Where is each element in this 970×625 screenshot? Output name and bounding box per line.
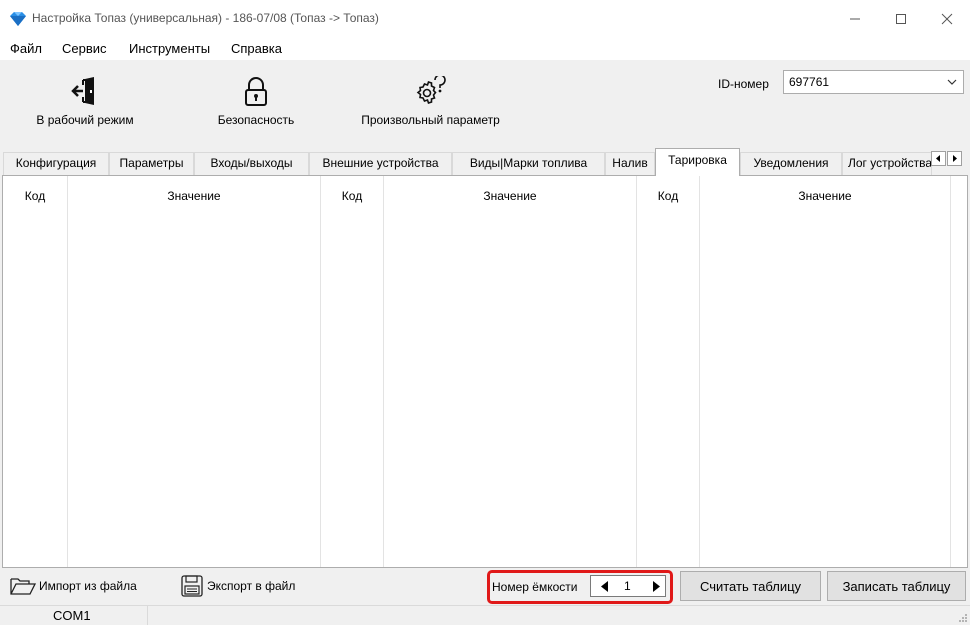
close-button[interactable] — [924, 0, 970, 38]
column-header-code: Код — [24, 189, 46, 203]
import-label: Импорт из файла — [39, 579, 137, 593]
gem-icon — [10, 12, 26, 26]
tab-external-devices[interactable]: Внешние устройства — [309, 152, 452, 175]
tab-fuel-types[interactable]: Виды|Марки топлива — [452, 152, 605, 175]
status-bar: COM1 — [0, 605, 970, 625]
bottom-bar: Импорт из файла Экспорт в файл Номер ёмк… — [0, 568, 970, 605]
minimize-button[interactable] — [832, 0, 878, 38]
import-button[interactable]: Импорт из файла — [10, 575, 137, 597]
export-button[interactable]: Экспорт в файл — [180, 575, 295, 597]
column-header-value: Значение — [798, 189, 852, 203]
floppy-disk-icon — [181, 575, 203, 597]
chevron-down-icon — [947, 79, 957, 85]
column-divider — [699, 176, 700, 567]
column-divider — [383, 176, 384, 567]
column-divider — [950, 176, 951, 567]
security-label: Безопасность — [217, 113, 295, 127]
window-title: Настройка Топаз (универсальная) - 186-07… — [32, 11, 379, 25]
calibration-table[interactable]: Код Значение Код Значение Код Значение — [2, 175, 968, 568]
id-number-label: ID-номер — [718, 77, 769, 91]
padlock-icon — [245, 77, 267, 106]
tab-scroll-right-button[interactable] — [947, 151, 962, 166]
tab-scroll-left-button[interactable] — [931, 151, 946, 166]
status-port: COM1 — [0, 606, 148, 625]
column-header-value: Значение — [483, 189, 537, 203]
close-icon — [941, 13, 953, 25]
export-label: Экспорт в файл — [207, 579, 296, 593]
work-mode-button[interactable]: В рабочий режим — [20, 76, 150, 138]
menu-help[interactable]: Справка — [231, 41, 282, 56]
column-header-value: Значение — [167, 189, 221, 203]
column-divider — [636, 176, 637, 567]
menu-bar: Файл Сервис Инструменты Справка — [0, 38, 970, 60]
minimize-icon — [850, 18, 860, 20]
menu-service[interactable]: Сервис — [62, 41, 107, 56]
id-number-value: 697761 — [789, 75, 830, 89]
tab-parameters[interactable]: Параметры — [109, 152, 194, 175]
menu-file[interactable]: Файл — [10, 41, 42, 56]
tab-io[interactable]: Входы/выходы — [194, 152, 309, 175]
highlight-box — [487, 570, 673, 604]
exit-door-icon — [71, 77, 94, 105]
column-divider — [67, 176, 68, 567]
custom-param-label: Произвольный параметр — [361, 113, 500, 127]
maximize-button[interactable] — [878, 0, 924, 38]
write-table-button[interactable]: Записать таблицу — [827, 571, 966, 601]
column-divider — [320, 176, 321, 567]
title-bar: Настройка Топаз (универсальная) - 186-07… — [0, 0, 970, 38]
tab-filling[interactable]: Налив — [605, 152, 655, 175]
triangle-right-icon — [953, 155, 957, 162]
tab-bar: Конфигурация Параметры Входы/выходы Внеш… — [0, 146, 970, 176]
tab-device-log[interactable]: Лог устройства — [842, 152, 932, 175]
tab-notifications[interactable]: Уведомления — [740, 152, 842, 175]
menu-tools[interactable]: Инструменты — [129, 41, 210, 56]
gears-question-icon — [416, 76, 446, 105]
folder-icon — [10, 578, 36, 595]
custom-param-button[interactable]: Произвольный параметр — [348, 76, 513, 138]
maximize-icon — [896, 14, 906, 24]
column-header-code: Код — [341, 189, 363, 203]
toolbar: В рабочий режим Безопасность Произвольны… — [0, 60, 970, 146]
tab-configuration[interactable]: Конфигурация — [3, 152, 109, 175]
read-table-button[interactable]: Считать таблицу — [680, 571, 821, 601]
security-button[interactable]: Безопасность — [196, 76, 316, 138]
resize-grip-icon[interactable] — [958, 613, 968, 623]
work-mode-label: В рабочий режим — [36, 113, 134, 127]
triangle-left-icon — [936, 155, 940, 162]
id-number-select[interactable]: 697761 — [783, 70, 964, 94]
tab-calibration[interactable]: Тарировка — [655, 148, 740, 176]
column-header-code: Код — [657, 189, 679, 203]
